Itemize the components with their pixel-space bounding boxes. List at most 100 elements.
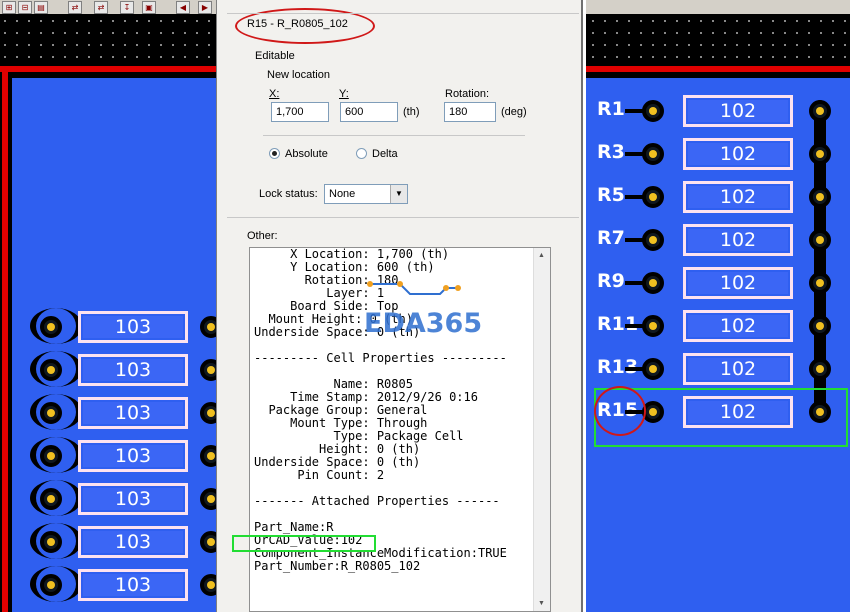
grid-dot — [616, 32, 618, 34]
grid-dot — [604, 32, 606, 34]
grid-dot — [844, 20, 846, 22]
grid-dot — [736, 56, 738, 58]
grid-dot — [124, 32, 126, 34]
grid-dot — [712, 20, 714, 22]
grid-dot — [616, 20, 618, 22]
pad[interactable] — [642, 100, 664, 122]
resistor-body[interactable]: 103 — [78, 440, 188, 472]
pad[interactable] — [642, 358, 664, 380]
grid-dot — [148, 20, 150, 22]
grid-dot — [4, 56, 6, 58]
scroll-up-icon[interactable]: ▲ — [538, 252, 545, 259]
grid-dot — [592, 32, 594, 34]
grid-dot — [844, 44, 846, 46]
grid-dot — [16, 20, 18, 22]
pad[interactable] — [642, 229, 664, 251]
resistor-body[interactable]: 102 — [683, 181, 793, 213]
grid-dot — [28, 56, 30, 58]
grid-dot — [52, 56, 54, 58]
grid-dot — [712, 56, 714, 58]
resistor-value: 102 — [686, 184, 790, 210]
grid-dot — [688, 20, 690, 22]
y-label: Y: — [339, 88, 349, 100]
grid-dot — [664, 56, 666, 58]
grid-dot — [40, 32, 42, 34]
y-location-input[interactable]: 600 — [340, 102, 398, 122]
toolbar-icon[interactable]: ↧ — [120, 1, 134, 14]
pad[interactable] — [809, 272, 831, 294]
resistor-body[interactable]: 102 — [683, 224, 793, 256]
grid-dot — [760, 20, 762, 22]
x-unit-label: (th) — [403, 106, 420, 118]
grid-dot — [820, 20, 822, 22]
pad[interactable] — [40, 531, 62, 553]
pad[interactable] — [809, 100, 831, 122]
pad[interactable] — [809, 358, 831, 380]
toolbar-icon[interactable]: ⊟ — [18, 1, 32, 14]
pad[interactable] — [40, 402, 62, 424]
pad[interactable] — [40, 445, 62, 467]
grid-dot — [772, 32, 774, 34]
toolbar-icon[interactable]: ⇄ — [68, 1, 82, 14]
grid-dot — [688, 44, 690, 46]
absolute-radio[interactable] — [269, 148, 280, 159]
toolbar-icon[interactable]: ▶ — [198, 1, 212, 14]
toolbar-icon[interactable]: ▤ — [34, 1, 48, 14]
rotation-input[interactable]: 180 — [444, 102, 496, 122]
designator-label: R5 — [597, 184, 625, 206]
resistor-body[interactable]: 103 — [78, 311, 188, 343]
delta-radio[interactable] — [356, 148, 367, 159]
resistor-body[interactable]: 103 — [78, 354, 188, 386]
pad[interactable] — [642, 186, 664, 208]
resistor-body[interactable]: 103 — [78, 483, 188, 515]
pad[interactable] — [642, 315, 664, 337]
vertical-scrollbar[interactable]: ▲ ▼ — [533, 248, 550, 611]
absolute-label[interactable]: Absolute — [285, 148, 328, 160]
pad[interactable] — [642, 272, 664, 294]
resistor-body[interactable]: 102 — [683, 310, 793, 342]
grid-dot — [52, 20, 54, 22]
grid-dot — [28, 44, 30, 46]
toolbar-icon[interactable]: ⇄ — [94, 1, 108, 14]
x-location-input[interactable]: 1,700 — [271, 102, 329, 122]
resistor-body[interactable]: 102 — [683, 267, 793, 299]
watermark-text: EDA365 — [364, 308, 483, 339]
pad[interactable] — [809, 143, 831, 165]
grid-dot — [196, 32, 198, 34]
x-label: X: — [269, 88, 280, 100]
toolbar-icon[interactable]: ▣ — [142, 1, 156, 14]
grid-dot — [136, 32, 138, 34]
separator — [263, 135, 525, 136]
pad[interactable] — [40, 488, 62, 510]
delta-label[interactable]: Delta — [372, 148, 398, 160]
resistor-body[interactable]: 103 — [78, 397, 188, 429]
pad[interactable] — [809, 315, 831, 337]
lock-status-select[interactable]: None ▼ — [324, 184, 408, 204]
resistor-value: 103 — [81, 572, 185, 598]
grid-dot — [592, 56, 594, 58]
resistor-body[interactable]: 103 — [78, 569, 188, 601]
pad[interactable] — [809, 229, 831, 251]
scroll-down-icon[interactable]: ▼ — [538, 600, 545, 607]
resistor-body[interactable]: 102 — [683, 353, 793, 385]
pad[interactable] — [40, 574, 62, 596]
grid-dot — [604, 44, 606, 46]
rotation-unit-label: (deg) — [501, 106, 527, 118]
toolbar-icon[interactable]: ⊞ — [2, 1, 16, 14]
chevron-down-icon[interactable]: ▼ — [390, 185, 407, 203]
grid-dot — [664, 20, 666, 22]
grid-dot — [76, 32, 78, 34]
grid-dot — [676, 32, 678, 34]
pad[interactable] — [642, 143, 664, 165]
resistor-body[interactable]: 102 — [683, 95, 793, 127]
pad[interactable] — [40, 359, 62, 381]
eda365-logo-icon — [367, 281, 461, 295]
pad[interactable] — [40, 316, 62, 338]
grid-dot — [652, 20, 654, 22]
resistor-body[interactable]: 103 — [78, 526, 188, 558]
toolbar-icon[interactable]: ◀ — [176, 1, 190, 14]
pad[interactable] — [809, 186, 831, 208]
resistor-body[interactable]: 102 — [683, 138, 793, 170]
orcad-value-highlight — [232, 535, 376, 552]
grid-dot — [160, 44, 162, 46]
